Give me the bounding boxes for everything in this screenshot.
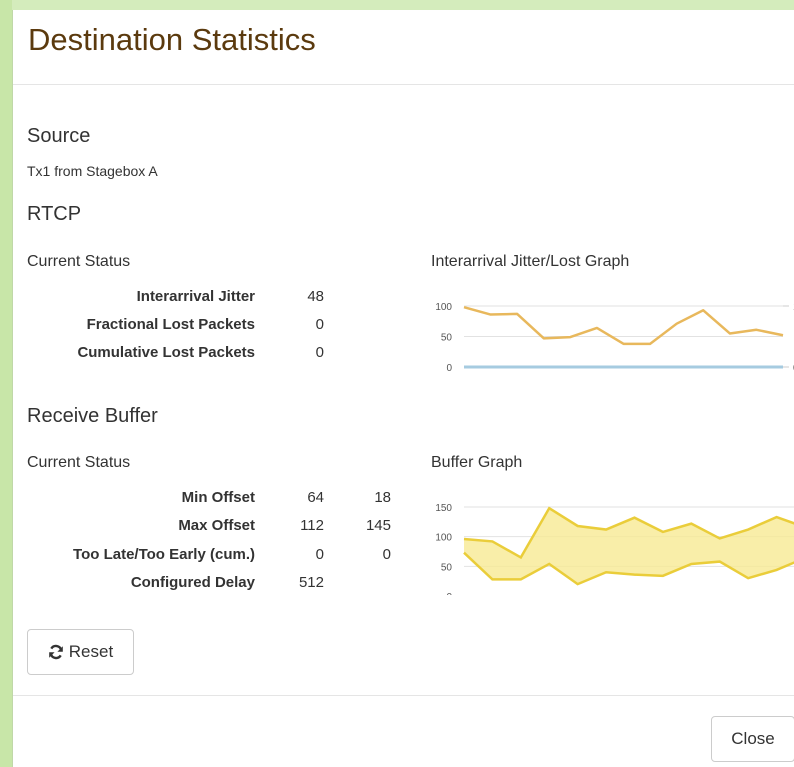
receive-buffer-heading: Receive Buffer bbox=[27, 405, 158, 427]
too-late-early-value-2: 0 bbox=[382, 546, 391, 563]
reset-button[interactable]: Reset bbox=[27, 629, 134, 675]
rtcp-graph-heading: Interarrival Jitter/Lost Graph bbox=[431, 253, 630, 270]
source-value: Tx1 from Stagebox A bbox=[27, 163, 158, 179]
max-offset-value: 112 bbox=[300, 517, 324, 534]
close-button[interactable]: Close bbox=[711, 716, 794, 762]
jitter-lost-graph: 10050010 bbox=[435, 302, 794, 374]
destination-statistics-modal: Destination Statistics Source Tx1 from S… bbox=[12, 10, 794, 767]
reset-button-label: Reset bbox=[68, 642, 114, 661]
refresh-icon bbox=[48, 644, 63, 660]
max-offset-label: Max Offset bbox=[178, 517, 255, 534]
rtcp-heading: RTCP bbox=[27, 203, 82, 225]
rtcp-status-heading: Current Status bbox=[27, 253, 131, 270]
interarrival-jitter-value: 48 bbox=[307, 288, 324, 305]
y-tick-label: 50 bbox=[441, 562, 453, 573]
buffer-graph-heading: Buffer Graph bbox=[431, 454, 523, 471]
close-button-label: Close bbox=[731, 729, 775, 748]
source-heading: Source bbox=[27, 125, 91, 147]
configured-delay-value: 512 bbox=[298, 574, 324, 591]
y-tick-label: 0 bbox=[446, 592, 452, 595]
interarrival-jitter-label: Interarrival Jitter bbox=[136, 288, 255, 305]
modal-header: Destination Statistics bbox=[13, 10, 794, 85]
min-offset-value: 64 bbox=[307, 489, 324, 506]
min-offset-value-2: 18 bbox=[374, 489, 391, 506]
y-tick-label: 150 bbox=[435, 503, 452, 514]
configured-delay-label: Configured Delay bbox=[130, 574, 255, 591]
buffer-graph: 150 100 50 0 bbox=[435, 503, 794, 595]
buffer-status-heading: Current Status bbox=[27, 454, 131, 471]
y-tick-label: 100 bbox=[435, 302, 452, 313]
min-offset-label: Min Offset bbox=[181, 489, 255, 506]
footer-divider bbox=[13, 695, 794, 696]
modal-title: Destination Statistics bbox=[28, 22, 316, 57]
fractional-lost-label: Fractional Lost Packets bbox=[86, 316, 255, 333]
fractional-lost-value: 0 bbox=[315, 316, 324, 333]
y-tick-label: 0 bbox=[446, 363, 452, 374]
background-accent-top bbox=[0, 0, 794, 10]
max-offset-value-2: 145 bbox=[365, 517, 391, 534]
cumulative-lost-value: 0 bbox=[315, 344, 324, 361]
y-tick-label: 100 bbox=[435, 533, 452, 544]
jitter-line bbox=[463, 306, 784, 346]
cumulative-lost-label: Cumulative Lost Packets bbox=[77, 344, 255, 361]
too-late-early-label: Too Late/Too Early (cum.) bbox=[73, 546, 255, 563]
background-accent-left bbox=[0, 0, 12, 767]
y-tick-label: 50 bbox=[441, 333, 453, 344]
too-late-early-value: 0 bbox=[315, 546, 324, 563]
